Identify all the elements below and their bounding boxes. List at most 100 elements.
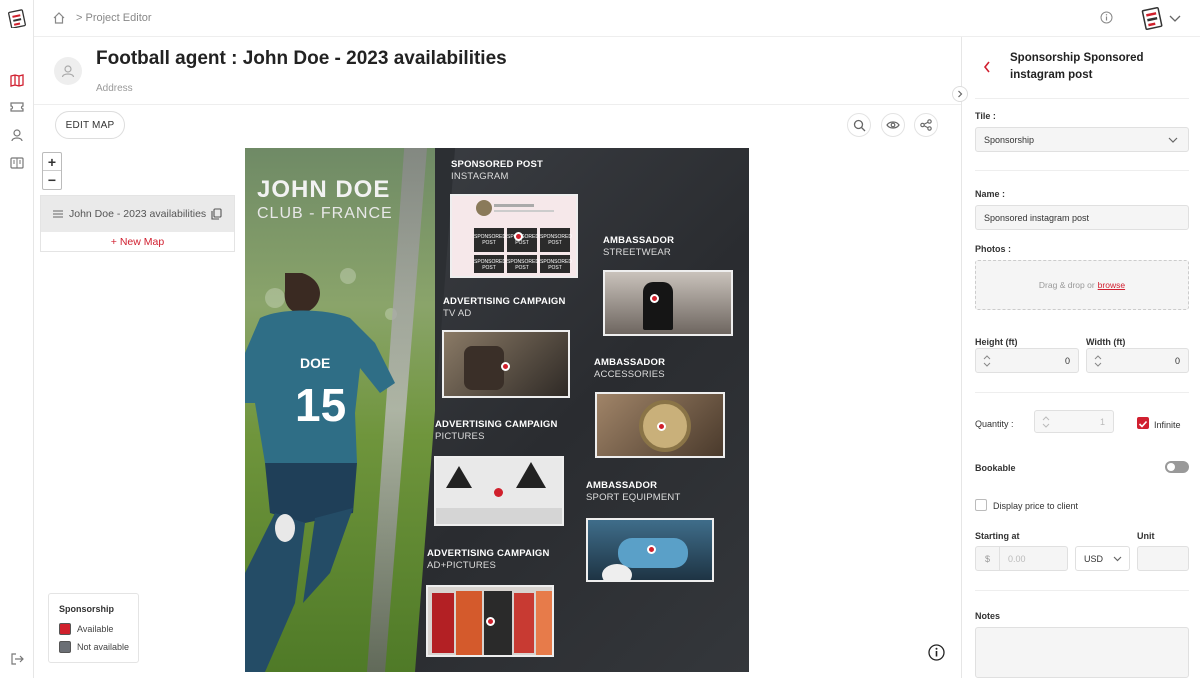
chevron-down-icon — [1113, 556, 1122, 562]
availability-pin[interactable] — [501, 362, 510, 371]
tile-subtitle: ACCESSORIES — [594, 369, 665, 380]
height-label: Height (ft) — [975, 337, 1018, 347]
tile-title: AMBASSADOR — [586, 480, 658, 491]
eye-icon — [886, 121, 900, 129]
availability-pin[interactable] — [650, 294, 659, 303]
share-icon — [920, 119, 932, 131]
price-input[interactable]: $ 0.00 — [975, 546, 1068, 571]
availability-pin[interactable] — [657, 422, 666, 431]
legend-item-available: Available — [59, 623, 113, 635]
info-icon[interactable] — [1100, 11, 1113, 24]
tile-subtitle: AD+PICTURES — [427, 560, 496, 571]
legend-swatch-not-available — [59, 641, 71, 653]
map-name: John Doe - 2023 availabilities — [69, 208, 207, 220]
tile-accessories[interactable] — [595, 392, 725, 458]
browse-link[interactable]: browse — [1098, 280, 1125, 290]
preview-button[interactable] — [881, 113, 905, 137]
availability-pin[interactable] — [494, 488, 503, 497]
tile-ad-pictures[interactable] — [426, 585, 554, 657]
legend-label: Available — [77, 624, 114, 634]
tile-pictures[interactable] — [434, 456, 564, 526]
unit-input[interactable] — [1137, 546, 1189, 571]
tile-sport-equipment[interactable] — [586, 518, 714, 582]
name-input[interactable]: Sponsored instagram post — [975, 205, 1189, 230]
width-input[interactable]: 0 — [1086, 348, 1189, 373]
infinite-checkbox[interactable] — [1137, 417, 1149, 429]
divider — [975, 392, 1189, 393]
collapse-panel-button[interactable] — [952, 86, 968, 102]
tile-streetwear[interactable] — [603, 270, 733, 336]
back-button[interactable] — [983, 60, 991, 76]
breadcrumb: > Project Editor — [76, 12, 152, 24]
display-price-label: Display price to client — [993, 501, 1079, 511]
tile-subtitle: SPORT EQUIPMENT — [586, 492, 681, 503]
availability-pin[interactable] — [647, 545, 656, 554]
photo-dropzone[interactable]: Drag & drop or browse — [975, 260, 1189, 310]
map-poster[interactable]: DOE 15 JOHN DOE CLUB - FRANCE SPONSORED … — [245, 148, 749, 672]
name-label: Name : — [975, 189, 1006, 199]
divider — [975, 98, 1189, 99]
edit-map-button[interactable]: EDIT MAP — [55, 111, 125, 139]
availability-pin[interactable] — [486, 617, 495, 626]
drag-handle-icon[interactable] — [53, 210, 63, 218]
chevron-down-icon[interactable] — [1169, 12, 1181, 24]
tile-title: ADVERTISING CAMPAIGN — [435, 419, 558, 430]
tile-select-value: Sponsorship — [984, 134, 1035, 145]
new-map-button[interactable]: + New Map — [41, 236, 234, 248]
tile-title: ADVERTISING CAMPAIGN — [427, 548, 550, 559]
legend-title: Sponsorship — [59, 604, 115, 614]
home-icon[interactable] — [52, 11, 66, 25]
quantity-label: Quantity : — [975, 419, 1014, 429]
copy-icon[interactable] — [211, 208, 222, 220]
height-input[interactable]: 0 — [975, 348, 1079, 373]
tile-title: AMBASSADOR — [594, 357, 666, 368]
availability-pin[interactable] — [514, 232, 523, 241]
stepper-icon[interactable] — [982, 352, 992, 370]
stepper-icon[interactable] — [1041, 413, 1051, 431]
tile-tv-ad[interactable] — [442, 330, 570, 398]
display-price-checkbox[interactable] — [975, 499, 987, 511]
width-value: 0 — [1174, 355, 1180, 366]
quantity-value: 1 — [1099, 416, 1105, 427]
panel-title: Sponsorship Sponsored instagram post — [1010, 52, 1144, 81]
currency-symbol: $ — [976, 547, 1000, 570]
catalog-nav-icon[interactable] — [9, 155, 25, 171]
map-list-item[interactable]: John Doe - 2023 availabilities — [41, 196, 234, 232]
share-button[interactable] — [914, 113, 938, 137]
map-nav-icon[interactable] — [9, 72, 25, 88]
chevron-left-icon — [983, 61, 990, 73]
quantity-input[interactable]: 1 — [1034, 410, 1114, 433]
photos-label: Photos : — [975, 244, 1011, 254]
chevron-down-icon — [1168, 137, 1178, 143]
tile-subtitle: INSTAGRAM — [451, 171, 509, 182]
account-avatar[interactable] — [1140, 6, 1164, 30]
dropzone-text: Drag & drop or — [1038, 280, 1095, 290]
map-info-icon[interactable] — [928, 644, 945, 661]
stepper-icon[interactable] — [1093, 352, 1103, 370]
height-value: 0 — [1064, 355, 1070, 366]
breadcrumb-current[interactable]: Project Editor — [86, 12, 152, 24]
zoom-out-button[interactable]: − — [43, 171, 61, 189]
logout-icon[interactable] — [9, 651, 25, 667]
user-icon — [61, 65, 75, 78]
notes-textarea[interactable] — [975, 627, 1189, 678]
left-rail — [0, 0, 34, 678]
insta-cell: SPONSORED POST — [507, 255, 539, 273]
bookable-toggle[interactable] — [1165, 461, 1189, 473]
tile-title: ADVERTISING CAMPAIGN — [443, 296, 566, 307]
tile-title: AMBASSADOR — [603, 235, 675, 246]
user-nav-icon[interactable] — [9, 127, 25, 143]
maps-list: John Doe - 2023 availabilities + New Map — [40, 195, 235, 252]
search-button[interactable] — [847, 113, 871, 137]
ticket-nav-icon[interactable] — [9, 99, 25, 115]
tile-select[interactable]: Sponsorship — [975, 127, 1189, 152]
insta-cell: SPONSORED POST — [474, 228, 506, 252]
zoom-in-button[interactable]: + — [43, 153, 61, 171]
currency-select[interactable]: USD — [1075, 546, 1130, 571]
tile-instagram[interactable]: SPONSORED POST SPONSORED POST SPONSORED … — [450, 194, 578, 278]
check-icon — [1138, 420, 1148, 428]
app-logo-icon[interactable] — [8, 8, 26, 28]
divider — [975, 170, 1189, 171]
breadcrumb-separator: > — [76, 12, 83, 24]
tile-settings-panel: Sponsorship Sponsored instagram post Til… — [961, 37, 1200, 678]
